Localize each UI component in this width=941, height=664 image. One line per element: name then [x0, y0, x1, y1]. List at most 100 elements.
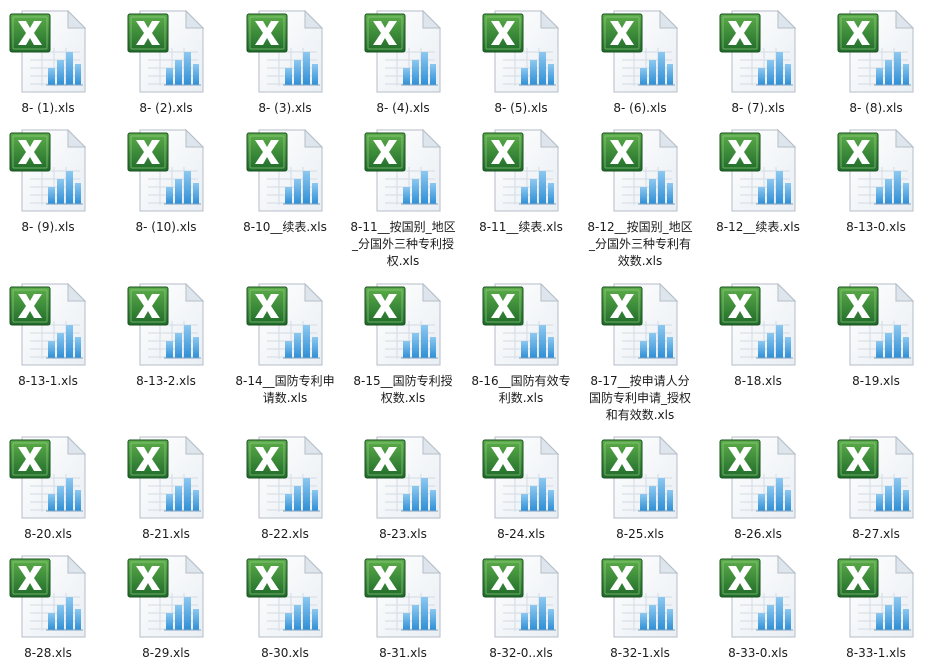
file-name: 8-13-2.xls [136, 374, 196, 388]
excel-spreadsheet-icon [364, 282, 442, 366]
file-item-34[interactable]: 8-29.xls [107, 553, 225, 662]
file-item-8[interactable]: 8- (8).xls [817, 8, 935, 117]
excel-spreadsheet-icon [127, 282, 205, 366]
file-item-10[interactable]: 8- (10).xls [107, 127, 225, 236]
excel-spreadsheet-icon [246, 282, 324, 366]
file-item-23[interactable]: 8-18.xls [699, 281, 817, 390]
file-name: 8-21.xls [142, 527, 190, 541]
file-item-5[interactable]: 8- (5).xls [462, 8, 580, 117]
file-name: 8-19.xls [852, 374, 900, 388]
file-name: 8- (2).xls [139, 101, 193, 115]
excel-spreadsheet-icon [127, 435, 205, 519]
file-item-2[interactable]: 8- (2).xls [107, 8, 225, 117]
file-item-30[interactable]: 8-25.xls [581, 434, 699, 543]
file-name: 8-17__按申请人分国防专利申请_授权和有效数.xls [588, 374, 691, 422]
excel-spreadsheet-icon [719, 554, 797, 638]
file-item-11[interactable]: 8-10__续表.xls [226, 127, 344, 236]
excel-spreadsheet-icon [482, 9, 560, 93]
excel-spreadsheet-icon [9, 282, 87, 366]
excel-spreadsheet-icon [246, 128, 324, 212]
file-item-29[interactable]: 8-24.xls [462, 434, 580, 543]
file-item-18[interactable]: 8-13-2.xls [107, 281, 225, 390]
excel-spreadsheet-icon [601, 554, 679, 638]
excel-spreadsheet-icon [837, 282, 915, 366]
file-item-15[interactable]: 8-12__续表.xls [699, 127, 817, 236]
file-item-39[interactable]: 8-33-0.xls [699, 553, 817, 662]
file-name: 8-28.xls [24, 646, 72, 660]
file-item-7[interactable]: 8- (7).xls [699, 8, 817, 117]
file-name: 8-15__国防专利授权数.xls [353, 374, 453, 405]
file-item-12[interactable]: 8-11__按国别_地区_分国外三种专利授权.xls [344, 127, 462, 270]
file-name: 8-33-1.xls [846, 646, 906, 660]
file-name: 8-18.xls [734, 374, 782, 388]
file-item-13[interactable]: 8-11__续表.xls [462, 127, 580, 236]
file-item-17[interactable]: 8-13-1.xls [0, 281, 107, 390]
file-name: 8-24.xls [497, 527, 545, 541]
file-name: 8-26.xls [734, 527, 782, 541]
file-name: 8-30.xls [261, 646, 309, 660]
excel-spreadsheet-icon [127, 128, 205, 212]
excel-spreadsheet-icon [246, 9, 324, 93]
file-item-36[interactable]: 8-31.xls [344, 553, 462, 662]
excel-spreadsheet-icon [364, 554, 442, 638]
file-item-26[interactable]: 8-21.xls [107, 434, 225, 543]
file-item-33[interactable]: 8-28.xls [0, 553, 107, 662]
file-item-22[interactable]: 8-17__按申请人分国防专利申请_授权和有效数.xls [581, 281, 699, 424]
file-item-3[interactable]: 8- (3).xls [226, 8, 344, 117]
file-item-21[interactable]: 8-16__国防有效专利数.xls [462, 281, 580, 407]
excel-spreadsheet-icon [364, 435, 442, 519]
file-name: 8-32-0..xls [489, 646, 553, 660]
file-name: 8-12__按国别_地区_分国外三种专利有效数.xls [587, 220, 693, 268]
file-item-37[interactable]: 8-32-0..xls [462, 553, 580, 662]
file-item-40[interactable]: 8-33-1.xls [817, 553, 935, 662]
excel-spreadsheet-icon [246, 554, 324, 638]
file-name: 8- (8).xls [849, 101, 903, 115]
file-name: 8-12__续表.xls [716, 220, 800, 234]
excel-spreadsheet-icon [127, 554, 205, 638]
file-name: 8-16__国防有效专利数.xls [471, 374, 571, 405]
excel-spreadsheet-icon [9, 554, 87, 638]
file-name: 8- (4).xls [376, 101, 430, 115]
file-item-4[interactable]: 8- (4).xls [344, 8, 462, 117]
file-name: 8-14__国防专利申请数.xls [235, 374, 335, 405]
excel-spreadsheet-icon [127, 9, 205, 93]
file-item-32[interactable]: 8-27.xls [817, 434, 935, 543]
excel-spreadsheet-icon [364, 9, 442, 93]
excel-spreadsheet-icon [837, 435, 915, 519]
file-name: 8-13-1.xls [18, 374, 78, 388]
file-name: 8-20.xls [24, 527, 72, 541]
file-item-31[interactable]: 8-26.xls [699, 434, 817, 543]
excel-spreadsheet-icon [246, 435, 324, 519]
file-name: 8- (1).xls [21, 101, 75, 115]
file-name: 8-32-1.xls [610, 646, 670, 660]
file-item-6[interactable]: 8- (6).xls [581, 8, 699, 117]
file-name: 8- (6).xls [613, 101, 667, 115]
file-item-27[interactable]: 8-22.xls [226, 434, 344, 543]
file-name: 8- (9).xls [21, 220, 75, 234]
file-item-38[interactable]: 8-32-1.xls [581, 553, 699, 662]
excel-spreadsheet-icon [837, 128, 915, 212]
file-name: 8- (10).xls [135, 220, 197, 234]
excel-spreadsheet-icon [482, 435, 560, 519]
excel-spreadsheet-icon [601, 9, 679, 93]
file-name: 8-13-0.xls [846, 220, 906, 234]
file-name: 8-11__按国别_地区_分国外三种专利授权.xls [350, 220, 456, 268]
file-item-16[interactable]: 8-13-0.xls [817, 127, 935, 236]
file-item-1[interactable]: 8- (1).xls [0, 8, 107, 117]
excel-spreadsheet-icon [837, 554, 915, 638]
file-item-9[interactable]: 8- (9).xls [0, 127, 107, 236]
file-name: 8-29.xls [142, 646, 190, 660]
file-item-24[interactable]: 8-19.xls [817, 281, 935, 390]
excel-spreadsheet-icon [601, 282, 679, 366]
file-name: 8- (3).xls [258, 101, 312, 115]
file-item-35[interactable]: 8-30.xls [226, 553, 344, 662]
file-grid: 8- (1).xls 8- (2).xls 8- (3).xls 8- (4).… [0, 0, 941, 664]
file-item-20[interactable]: 8-15__国防专利授权数.xls [344, 281, 462, 407]
excel-spreadsheet-icon [482, 282, 560, 366]
file-name: 8-31.xls [379, 646, 427, 660]
file-item-25[interactable]: 8-20.xls [0, 434, 107, 543]
excel-spreadsheet-icon [9, 435, 87, 519]
file-item-14[interactable]: 8-12__按国别_地区_分国外三种专利有效数.xls [581, 127, 699, 270]
file-item-19[interactable]: 8-14__国防专利申请数.xls [226, 281, 344, 407]
file-item-28[interactable]: 8-23.xls [344, 434, 462, 543]
